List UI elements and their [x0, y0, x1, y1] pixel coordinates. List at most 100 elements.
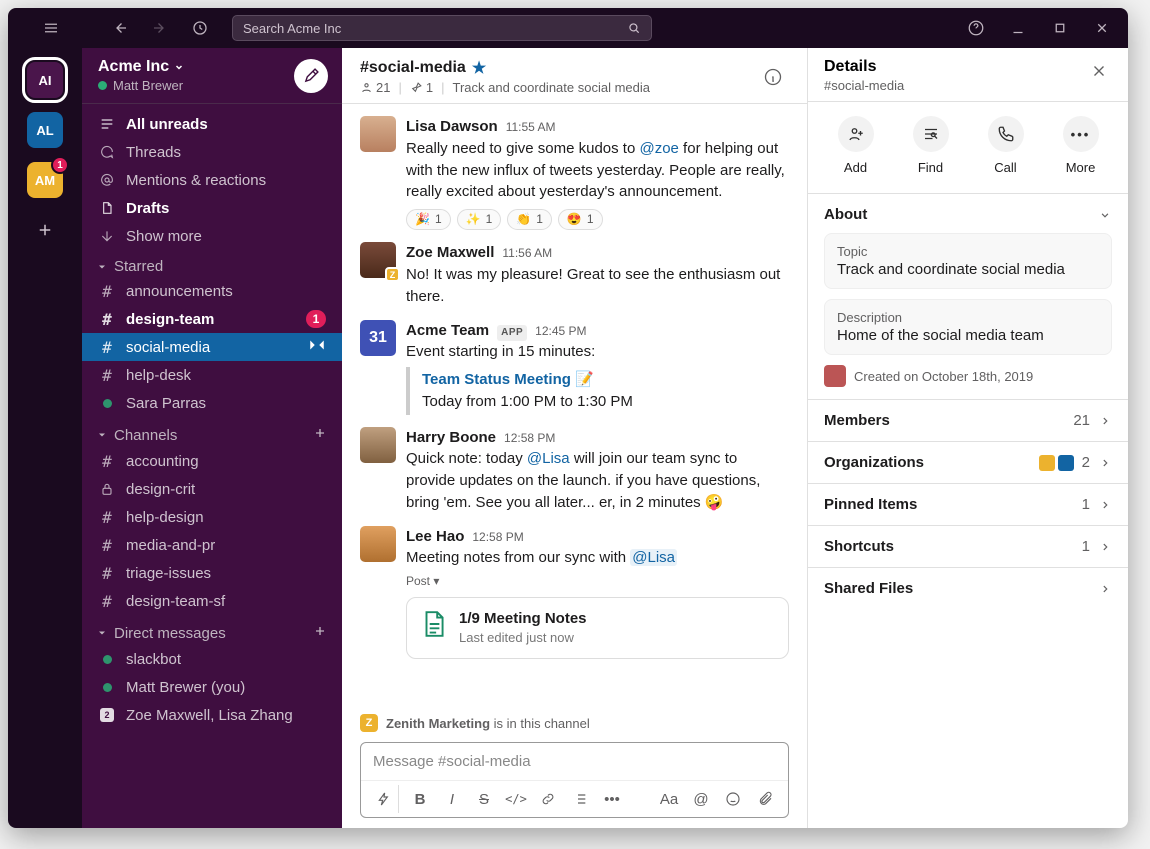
message-author[interactable]: Acme Team: [406, 320, 489, 342]
details-more-button[interactable]: ••• More: [1063, 116, 1099, 175]
pinned-row[interactable]: Pinned Items 1: [824, 496, 1112, 513]
strike-button[interactable]: S: [469, 785, 499, 813]
more-formatting-button[interactable]: •••: [597, 785, 627, 813]
italic-button[interactable]: I: [437, 785, 467, 813]
section-starred-header[interactable]: Starred: [82, 250, 342, 277]
app-avatar[interactable]: 31: [360, 320, 396, 356]
workspace-switch[interactable]: AL: [27, 112, 63, 148]
channel-item[interactable]: #help-desk: [82, 361, 342, 389]
workspace-switch[interactable]: AI: [27, 62, 63, 98]
channel-item[interactable]: #accounting: [82, 447, 342, 475]
link-button[interactable]: [533, 785, 563, 813]
mention[interactable]: @zoe: [639, 140, 678, 157]
lock-icon: [98, 481, 116, 497]
current-user[interactable]: Matt Brewer: [98, 78, 185, 93]
bold-button[interactable]: B: [405, 785, 435, 813]
members-icon[interactable]: 21: [360, 80, 390, 95]
channel-item[interactable]: #triage-issues: [82, 559, 342, 587]
message-time: 12:58 PM: [504, 430, 555, 447]
nav-mentions[interactable]: Mentions & reactions: [82, 166, 342, 194]
org-chip: [1039, 455, 1055, 471]
chevron-right-icon: [1098, 540, 1112, 554]
about-section-header[interactable]: About: [824, 206, 1112, 223]
star-icon[interactable]: ★: [472, 58, 486, 78]
channel-item[interactable]: design-crit: [82, 475, 342, 503]
mention-button[interactable]: @: [686, 785, 716, 813]
channel-item[interactable]: #media-and-pr: [82, 531, 342, 559]
reaction[interactable]: 😍1: [558, 209, 603, 230]
channel-item-active[interactable]: #social-media: [82, 333, 342, 361]
text-format-button[interactable]: Aa: [654, 785, 684, 813]
message-time: 12:45 PM: [535, 323, 586, 340]
search-input[interactable]: Search Acme Inc: [232, 15, 652, 41]
pins-icon[interactable]: 1: [410, 80, 433, 95]
avatar[interactable]: [360, 427, 396, 463]
help-button[interactable]: [962, 14, 990, 42]
mention[interactable]: @Lisa: [630, 549, 677, 566]
close-details-button[interactable]: [1086, 58, 1112, 89]
channel-item[interactable]: #help-design: [82, 503, 342, 531]
window-close-button[interactable]: [1082, 14, 1122, 42]
channel-topic[interactable]: Track and coordinate social media: [452, 80, 650, 95]
shared-files-row[interactable]: Shared Files: [824, 580, 1112, 597]
channel-item[interactable]: #design-team1: [82, 305, 342, 333]
members-row[interactable]: Members 21: [824, 412, 1112, 429]
creator-avatar[interactable]: [824, 365, 846, 387]
section-channels-header[interactable]: Channels: [82, 417, 342, 447]
nav-threads[interactable]: Threads: [82, 138, 342, 166]
code-button[interactable]: </>: [501, 785, 531, 813]
channel-info-button[interactable]: [757, 61, 789, 93]
details-add-button[interactable]: Add: [838, 116, 874, 175]
details-find-button[interactable]: Find: [913, 116, 949, 175]
nav-show-more[interactable]: Show more: [82, 222, 342, 250]
dm-item[interactable]: Matt Brewer (you): [82, 673, 342, 701]
nav-forward-button[interactable]: [146, 14, 174, 42]
org-chips: [1039, 455, 1074, 471]
shortcut-button[interactable]: [369, 785, 399, 813]
workspace-switch[interactable]: AM 1: [27, 162, 63, 198]
hamburger-icon[interactable]: [37, 14, 65, 42]
reaction[interactable]: ✨1: [457, 209, 502, 230]
message-composer[interactable]: Message #social-media B I S </> ••• Aa @: [360, 742, 789, 818]
dm-item[interactable]: slackbot: [82, 645, 342, 673]
dm-item[interactable]: 2Zoe Maxwell, Lisa Zhang: [82, 701, 342, 729]
compose-button[interactable]: [294, 59, 328, 93]
window-minimize-button[interactable]: [998, 14, 1038, 42]
details-call-button[interactable]: Call: [988, 116, 1024, 175]
organizations-row[interactable]: Organizations 2: [824, 454, 1112, 471]
message-author[interactable]: Harry Boone: [406, 427, 496, 449]
window-maximize-button[interactable]: [1040, 14, 1080, 42]
avatar[interactable]: Z: [360, 242, 396, 278]
post-attachment[interactable]: 1/9 Meeting Notes Last edited just now: [406, 597, 789, 660]
channel-item[interactable]: #announcements: [82, 277, 342, 305]
dm-item[interactable]: Sara Parras: [82, 389, 342, 417]
nav-all-unreads[interactable]: All unreads: [82, 110, 342, 138]
history-button[interactable]: [186, 14, 214, 42]
description-card[interactable]: Description Home of the social media tea…: [824, 299, 1112, 355]
nav-drafts[interactable]: Drafts: [82, 194, 342, 222]
message-time: 11:56 AM: [502, 245, 552, 262]
message-author[interactable]: Lee Hao: [406, 526, 464, 548]
reaction[interactable]: 👏1: [507, 209, 552, 230]
reaction[interactable]: 🎉1: [406, 209, 451, 230]
add-dm-button[interactable]: [312, 623, 328, 643]
emoji-button[interactable]: [718, 785, 748, 813]
shortcuts-row[interactable]: Shortcuts 1: [824, 538, 1112, 555]
message-author[interactable]: Zoe Maxwell: [406, 242, 494, 264]
avatar[interactable]: [360, 526, 396, 562]
message-author[interactable]: Lisa Dawson: [406, 116, 498, 138]
channel-title[interactable]: #social-media ★: [360, 58, 650, 78]
nav-back-button[interactable]: [106, 14, 134, 42]
attach-button[interactable]: [750, 785, 780, 813]
mention[interactable]: @Lisa: [527, 450, 570, 467]
topic-card[interactable]: Topic Track and coordinate social media: [824, 233, 1112, 289]
event-block[interactable]: Team Status Meeting 📝 Today from 1:00 PM…: [406, 367, 789, 415]
post-type-label[interactable]: Post ▾: [406, 573, 789, 590]
avatar[interactable]: [360, 116, 396, 152]
section-dms-header[interactable]: Direct messages: [82, 615, 342, 645]
list-button[interactable]: [565, 785, 595, 813]
add-channel-button[interactable]: [312, 425, 328, 445]
add-workspace-button[interactable]: [27, 212, 63, 248]
workspace-menu[interactable]: Acme Inc: [98, 58, 185, 76]
channel-item[interactable]: #design-team-sf: [82, 587, 342, 615]
